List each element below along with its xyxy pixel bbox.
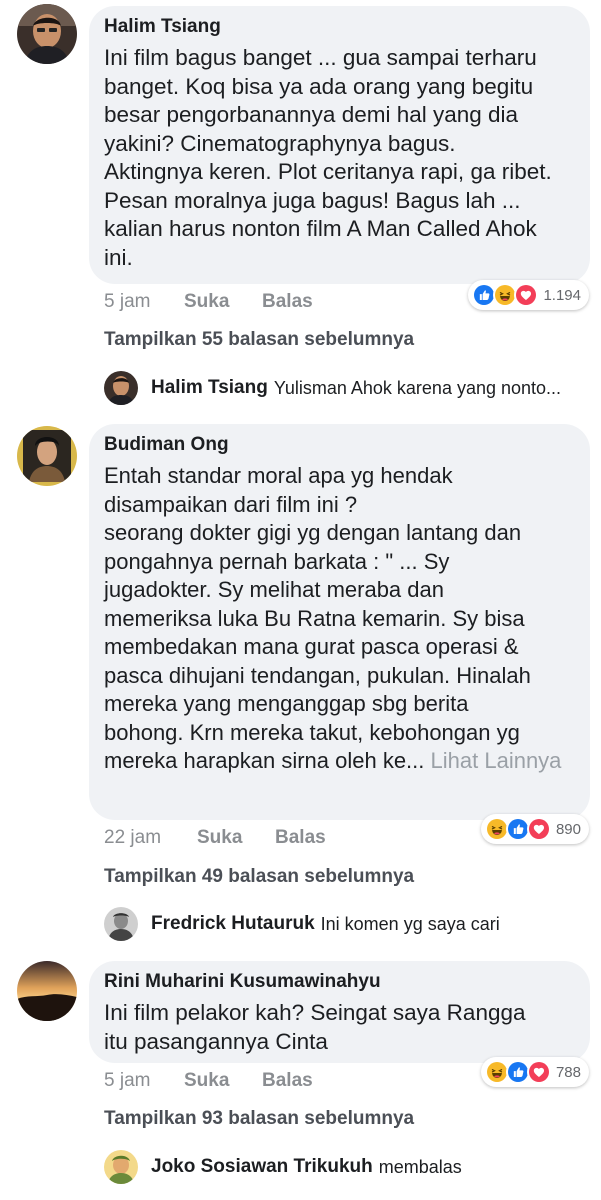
comment-bubble: Rini Muharini Kusumawinahyu Ini film pel…: [89, 961, 590, 1063]
reply-snippet: membalas: [378, 1156, 462, 1177]
love-icon: [526, 817, 551, 841]
reaction-count: 788: [555, 1063, 581, 1081]
comment-text: Ini film bagus banget ... gua sampai ter…: [104, 45, 552, 270]
love-icon: [526, 1060, 551, 1084]
comment-time[interactable]: 22 jam: [104, 824, 197, 852]
comment-bubble: Halim Tsiang Ini film bagus banget ... g…: [89, 6, 590, 284]
comment-meta: 5 jam Suka Balas: [104, 1067, 313, 1095]
latest-reply[interactable]: Halim Tsiang Yulisman Ahok karena yang n…: [104, 370, 561, 406]
comment-bubble: Budiman Ong Entah standar moral apa yg h…: [89, 424, 590, 820]
reply-button[interactable]: Balas: [275, 824, 326, 852]
avatar[interactable]: [17, 961, 77, 1021]
latest-reply[interactable]: Fredrick Hutauruk Ini komen yg saya cari: [104, 906, 500, 942]
latest-reply[interactable]: Joko Sosiawan Trikukuh membalas: [104, 1149, 462, 1185]
comment-text: Ini film pelakor kah? Seingat saya Rangg…: [104, 1000, 526, 1054]
view-previous-replies[interactable]: Tampilkan 49 balasan sebelumnya: [104, 866, 414, 888]
reply-snippet: Yulisman Ahok karena yang nonto...: [273, 377, 562, 398]
comment-time[interactable]: 5 jam: [104, 288, 184, 316]
like-button[interactable]: Suka: [197, 824, 275, 852]
see-more-link[interactable]: Lihat Lainnya: [431, 748, 562, 773]
like-button[interactable]: Suka: [184, 1067, 262, 1095]
avatar[interactable]: [17, 4, 77, 64]
reaction-summary[interactable]: 788: [480, 1057, 589, 1087]
reply-button[interactable]: Balas: [262, 288, 313, 316]
avatar[interactable]: [17, 426, 77, 486]
love-icon: [514, 283, 539, 307]
reply-author[interactable]: Halim Tsiang: [151, 377, 268, 399]
comment-meta: 22 jam Suka Balas: [104, 824, 326, 852]
reaction-count: 890: [555, 820, 581, 838]
view-previous-replies[interactable]: Tampilkan 93 balasan sebelumnya: [104, 1108, 414, 1130]
comment-author[interactable]: Budiman Ong: [104, 432, 574, 458]
like-button[interactable]: Suka: [184, 288, 262, 316]
reaction-count: 1.194: [543, 286, 581, 304]
comment-meta: 5 jam Suka Balas: [104, 288, 313, 316]
reply-author[interactable]: Joko Sosiawan Trikukuh: [151, 1156, 373, 1178]
comment-author[interactable]: Rini Muharini Kusumawinahyu: [104, 969, 574, 995]
reply-avatar[interactable]: [104, 1150, 138, 1184]
view-previous-replies[interactable]: Tampilkan 55 balasan sebelumnya: [104, 329, 414, 351]
reply-snippet: Ini komen yg saya cari: [320, 913, 500, 934]
comment-text: Entah standar moral apa yg hendak disamp…: [104, 463, 562, 773]
reply-avatar[interactable]: [104, 907, 138, 941]
reply-button[interactable]: Balas: [262, 1067, 313, 1095]
reaction-summary[interactable]: 1.194: [468, 280, 589, 310]
comment-time[interactable]: 5 jam: [104, 1067, 184, 1095]
reply-author[interactable]: Fredrick Hutauruk: [151, 913, 315, 935]
reaction-summary[interactable]: 890: [480, 814, 589, 844]
reply-avatar[interactable]: [104, 371, 138, 405]
comment-author[interactable]: Halim Tsiang: [104, 14, 574, 40]
